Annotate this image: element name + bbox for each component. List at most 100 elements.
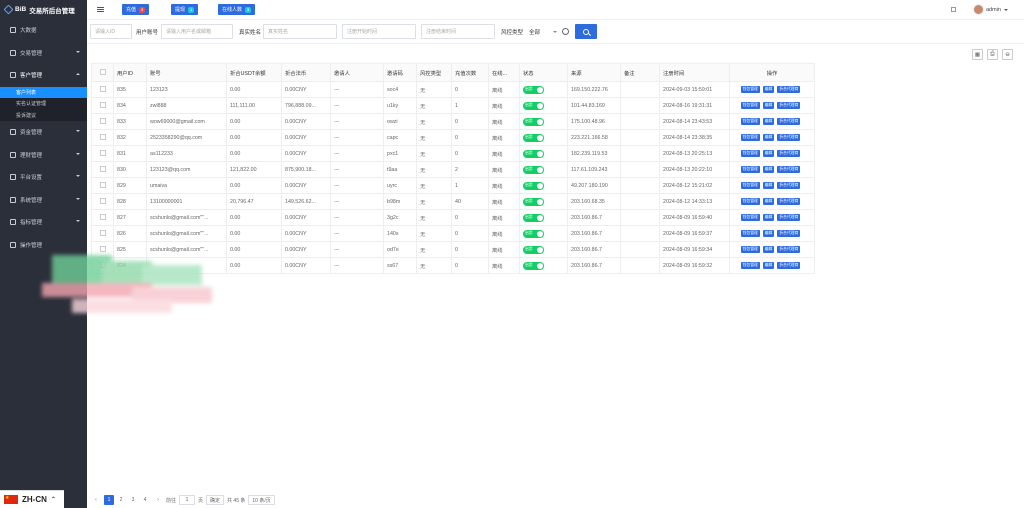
chevron-down-icon[interactable] [1004,9,1008,11]
row-checkbox-cell[interactable] [91,113,114,130]
agent-button[interactable]: 折合代理商 [777,198,801,205]
row-checkbox-cell[interactable] [91,161,114,178]
edit-button[interactable]: 编辑 [762,262,775,269]
sidebar-item-1[interactable]: 交易管理 [0,42,87,65]
wallet-button[interactable]: 钱包管理 [740,262,760,269]
row-checkbox[interactable] [99,133,106,140]
sidebar-item-6[interactable]: 系统管理 [0,189,87,212]
agent-button[interactable]: 折合代理商 [777,214,801,221]
page-number[interactable]: 1 [104,495,114,505]
edit-button[interactable]: 编辑 [762,166,775,173]
sidebar-item-7[interactable]: 指标管理 [0,211,87,234]
agent-button[interactable]: 折合代理商 [777,166,801,173]
row-checkbox[interactable] [99,101,106,108]
edit-button[interactable]: 编辑 [762,102,775,109]
sidebar-item-0[interactable]: 大数据 [0,19,87,42]
row-checkbox-cell[interactable] [91,145,114,162]
status-toggle[interactable]: 启用 [523,85,544,94]
fullscreen-icon[interactable] [951,7,956,12]
chevron-down-icon[interactable] [553,31,557,33]
agent-button[interactable]: 折合代理商 [777,134,801,141]
prev-page-icon[interactable]: ‹ [91,495,101,505]
avatar[interactable] [973,4,984,15]
risk-type-select[interactable]: 全部 [529,28,540,36]
account-input[interactable]: 请输入用户名或邮箱 [161,24,233,39]
sidebar-item-3[interactable]: 资金管理 [0,121,87,144]
wallet-button[interactable]: 钱包管理 [740,118,760,125]
row-checkbox-cell[interactable] [91,129,114,146]
wallet-button[interactable]: 钱包管理 [740,86,760,93]
status-toggle[interactable]: 启用 [523,229,544,238]
status-toggle[interactable]: 启用 [523,181,544,190]
row-checkbox[interactable] [99,213,106,220]
status-toggle[interactable]: 启用 [523,165,544,174]
status-toggle[interactable]: 启用 [523,149,544,158]
row-checkbox[interactable] [99,117,106,124]
user-id-input[interactable]: 请输入ID [90,24,132,39]
select-all-checkbox[interactable] [99,68,106,75]
status-toggle[interactable]: 启用 [523,197,544,206]
row-checkbox-cell[interactable] [91,225,114,242]
edit-button[interactable]: 编辑 [762,230,775,237]
edit-button[interactable]: 编辑 [762,182,775,189]
wallet-button[interactable]: 钱包管理 [740,150,760,157]
agent-button[interactable]: 折合代理商 [777,246,801,253]
agent-button[interactable]: 折合代理商 [777,118,801,125]
row-checkbox[interactable] [99,197,106,204]
goto-input[interactable]: 1 [179,495,196,505]
sidebar-subitem[interactable]: 实名认证管理 [0,98,87,110]
agent-button[interactable]: 折合代理商 [777,230,801,237]
reg-start-input[interactable]: 注册开始时间 [342,24,416,39]
row-checkbox[interactable] [99,229,106,236]
sidebar-subitem[interactable]: 客户列表 [0,86,87,98]
status-toggle[interactable]: 启用 [523,133,544,142]
recharge-button[interactable]: 充值 3 [122,4,150,15]
agent-button[interactable]: 折合代理商 [777,102,801,109]
gear-icon[interactable] [562,28,569,35]
row-checkbox-cell[interactable] [91,177,114,194]
wallet-button[interactable]: 钱包管理 [740,182,760,189]
row-checkbox[interactable] [99,85,106,92]
wallet-button[interactable]: 钱包管理 [740,214,760,221]
row-checkbox-cell[interactable] [91,209,114,226]
online-users-button[interactable]: 在线人数 3 [218,4,256,15]
edit-button[interactable]: 编辑 [762,86,775,93]
agent-button[interactable]: 折合代理商 [777,150,801,157]
realname-input[interactable]: 真实姓名 [263,24,337,39]
agent-button[interactable]: 折合代理商 [777,262,801,269]
reg-end-input[interactable]: 注册结束时间 [421,24,495,39]
sidebar-item-4[interactable]: 理财管理 [0,144,87,167]
wallet-button[interactable]: 钱包管理 [740,134,760,141]
select-all-checkbox-cell[interactable] [91,63,114,82]
row-checkbox-cell[interactable] [91,97,114,114]
withdraw-button[interactable]: 提现 1 [171,4,199,15]
status-toggle[interactable]: 启用 [523,213,544,222]
status-toggle[interactable]: 启用 [523,245,544,254]
row-checkbox[interactable] [99,165,106,172]
edit-button[interactable]: 编辑 [762,150,775,157]
search-button[interactable] [575,24,597,39]
page-number[interactable]: 2 [116,495,126,505]
print-icon[interactable]: ⎙ [987,49,998,60]
row-checkbox[interactable] [99,245,106,252]
agent-button[interactable]: 折合代理商 [777,182,801,189]
row-checkbox-cell[interactable] [91,193,114,210]
edit-button[interactable]: 编辑 [762,246,775,253]
sidebar-item-5[interactable]: 平台设置 [0,166,87,189]
page-number[interactable]: 4 [140,495,150,505]
sidebar-item-2[interactable]: 客户管理 [0,64,87,87]
row-checkbox[interactable] [99,149,106,156]
page-size-select[interactable]: 10 条/页 [248,495,275,505]
wallet-button[interactable]: 钱包管理 [740,166,760,173]
wallet-button[interactable]: 钱包管理 [740,230,760,237]
sidebar-item-8[interactable]: 操作管理 [0,234,87,257]
row-checkbox-cell[interactable] [91,81,114,98]
next-page-icon[interactable]: › [153,495,163,505]
status-toggle[interactable]: 启用 [523,101,544,110]
export-icon[interactable]: ⊖ [1002,49,1013,60]
user-name[interactable]: admin [986,7,1001,13]
status-toggle[interactable]: 启用 [523,261,544,270]
wallet-button[interactable]: 钱包管理 [740,198,760,205]
columns-icon[interactable]: ▦ [972,49,983,60]
language-switcher[interactable]: ZH-CN ⌃ [0,490,64,508]
